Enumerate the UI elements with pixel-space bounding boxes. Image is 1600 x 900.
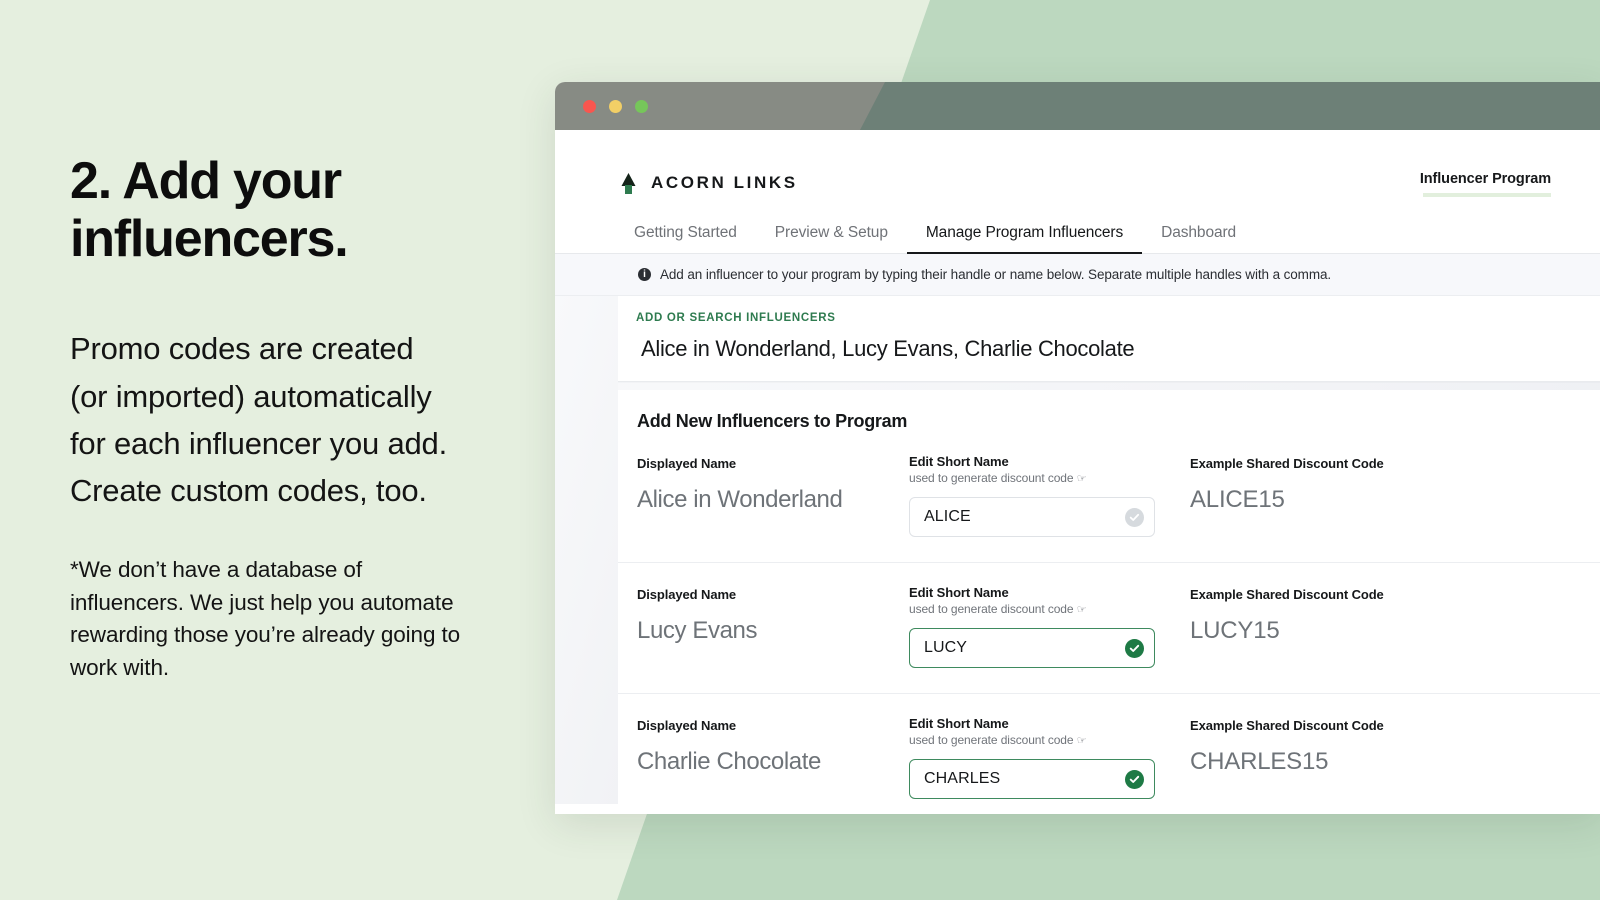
add-search-influencers-panel: ADD OR SEARCH INFLUENCERS Alice in Wonde… xyxy=(618,296,1600,382)
pointing-hand-icon: ☞ xyxy=(1076,735,1087,747)
short-name-subtext-text: used to generate discount code xyxy=(909,471,1074,485)
displayed-name-header: Displayed Name xyxy=(637,718,737,733)
check-circle-icon xyxy=(1125,769,1144,789)
tab-manage-program-influencers[interactable]: Manage Program Influencers xyxy=(906,224,1143,254)
displayed-name-cell: Displayed Name Alice in Wonderland xyxy=(637,454,909,514)
short-name-input[interactable]: LUCY xyxy=(909,628,1155,668)
discount-code-header: Example Shared Discount Code xyxy=(1190,456,1384,471)
short-name-subtext: used to generate discount code ☞ xyxy=(909,602,1189,616)
discount-code-cell: Example Shared Discount Code LUCY15 xyxy=(1189,585,1600,645)
short-name-subtext-text: used to generate discount code xyxy=(909,733,1074,747)
discount-code-value: CHARLES15 xyxy=(1190,748,1329,775)
short-name-cell: Edit Short Name used to generate discoun… xyxy=(909,454,1189,537)
displayed-name-header: Displayed Name xyxy=(637,456,737,471)
discount-code-header: Example Shared Discount Code xyxy=(1190,718,1384,733)
discount-code-value: ALICE15 xyxy=(1190,486,1285,513)
displayed-name-cell: Displayed Name Lucy Evans xyxy=(637,585,909,645)
add-search-input[interactable]: Alice in Wonderland, Lucy Evans, Charlie… xyxy=(636,336,1563,362)
titlebar-shade xyxy=(860,82,1600,130)
app-viewport: ACORN LINKS Influencer Program Getting S… xyxy=(555,130,1600,814)
brand-logo[interactable]: ACORN LINKS xyxy=(620,172,798,194)
short-name-cell: Edit Short Name used to generate discoun… xyxy=(909,716,1189,799)
program-tag-underline xyxy=(1423,192,1551,197)
info-banner: i Add an influencer to your program by t… xyxy=(555,254,1600,296)
short-name-subtext-text: used to generate discount code xyxy=(909,602,1074,616)
program-tag-wrapper: Influencer Program xyxy=(1420,170,1553,197)
discount-code-header: Example Shared Discount Code xyxy=(1190,587,1384,602)
slide-headline: 2. Add your influencers. xyxy=(70,152,349,269)
short-name-input[interactable]: CHARLES xyxy=(909,759,1155,799)
displayed-name-header: Displayed Name xyxy=(637,587,737,602)
pointing-hand-icon: ☞ xyxy=(1076,604,1087,616)
check-circle-icon xyxy=(1125,507,1144,527)
displayed-name-value: Charlie Chocolate xyxy=(637,748,821,775)
short-name-input-value: LUCY xyxy=(924,639,968,656)
app-header: ACORN LINKS Influencer Program xyxy=(555,130,1600,206)
add-new-influencers-card: Add New Influencers to Program Displayed… xyxy=(618,390,1600,814)
discount-code-cell: Example Shared Discount Code ALICE15 xyxy=(1189,454,1600,514)
slide-copy-column: 2. Add your influencers. Promo codes are… xyxy=(70,152,570,684)
close-window-button[interactable] xyxy=(583,100,596,113)
tab-dashboard[interactable]: Dashboard xyxy=(1142,224,1255,253)
table-row: Displayed Name Lucy Evans Edit Short Nam… xyxy=(618,563,1600,694)
pine-tree-icon xyxy=(620,172,637,194)
minimize-window-button[interactable] xyxy=(609,100,622,113)
discount-code-value: LUCY15 xyxy=(1190,617,1280,644)
tab-preview-setup[interactable]: Preview & Setup xyxy=(756,224,907,253)
brand-name: ACORN LINKS xyxy=(651,173,798,192)
tab-getting-started[interactable]: Getting Started xyxy=(615,224,756,253)
traffic-lights xyxy=(583,100,648,113)
short-name-header: Edit Short Name xyxy=(909,716,1009,731)
discount-code-cell: Example Shared Discount Code CHARLES15 xyxy=(1189,716,1600,776)
short-name-input[interactable]: ALICE xyxy=(909,497,1155,537)
tab-bar: Getting Started Preview & Setup Manage P… xyxy=(555,206,1600,254)
short-name-input-value: ALICE xyxy=(924,508,971,525)
short-name-input-value: CHARLES xyxy=(924,770,1001,787)
info-icon: i xyxy=(638,268,651,281)
maximize-window-button[interactable] xyxy=(635,100,648,113)
content-area: ADD OR SEARCH INFLUENCERS Alice in Wonde… xyxy=(555,296,1600,814)
program-tag-label: Influencer Program xyxy=(1419,170,1551,187)
displayed-name-value: Alice in Wonderland xyxy=(637,486,843,513)
slide-footnote: *We don’t have a database of influencers… xyxy=(70,556,461,680)
short-name-subtext: used to generate discount code ☞ xyxy=(909,733,1189,747)
displayed-name-cell: Displayed Name Charlie Chocolate xyxy=(637,716,909,776)
short-name-cell: Edit Short Name used to generate discoun… xyxy=(909,585,1189,668)
short-name-header: Edit Short Name xyxy=(909,454,1009,469)
info-banner-text: Add an influencer to your program by typ… xyxy=(660,267,1332,282)
pointing-hand-icon: ☞ xyxy=(1076,473,1087,485)
card-title: Add New Influencers to Program xyxy=(637,411,908,431)
add-search-label: ADD OR SEARCH INFLUENCERS xyxy=(636,312,836,324)
window-titlebar xyxy=(555,82,1600,130)
table-row: Displayed Name Charlie Chocolate Edit Sh… xyxy=(618,694,1600,814)
table-row: Displayed Name Alice in Wonderland Edit … xyxy=(618,432,1600,563)
browser-window: ACORN LINKS Influencer Program Getting S… xyxy=(555,82,1600,814)
displayed-name-value: Lucy Evans xyxy=(637,617,758,644)
short-name-header: Edit Short Name xyxy=(909,585,1009,600)
check-circle-icon xyxy=(1125,638,1144,658)
slide-body-copy: Promo codes are created (or imported) au… xyxy=(70,331,447,508)
short-name-subtext: used to generate discount code ☞ xyxy=(909,471,1189,485)
